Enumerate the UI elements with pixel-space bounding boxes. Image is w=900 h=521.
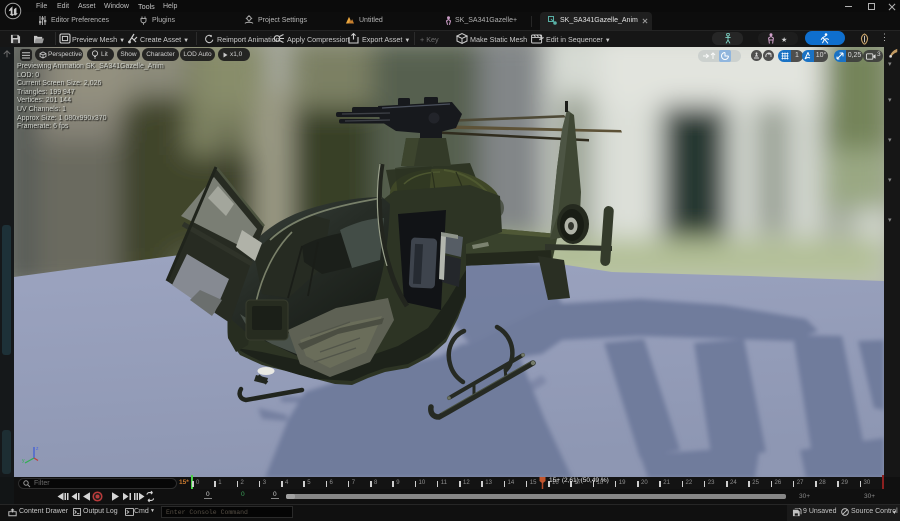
svg-text:y: y — [22, 458, 25, 464]
svg-text:z: z — [36, 446, 39, 452]
